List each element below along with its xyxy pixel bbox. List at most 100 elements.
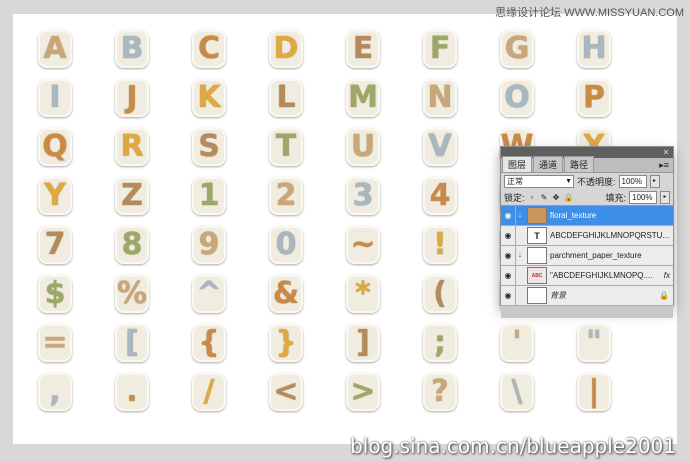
eye-icon[interactable]: ◉ [501, 226, 516, 245]
glyph-tile: 0 [269, 226, 303, 264]
glyph-tile: 9 [192, 226, 226, 264]
watermark-top: 思缘设计论坛 WWW.MISSYUAN.COM [495, 7, 684, 19]
glyph-tile: . [115, 373, 149, 411]
eye-icon[interactable]: ◉ [501, 286, 516, 305]
glyph-tile: ( [423, 275, 457, 313]
glyph-tile: Y [38, 177, 72, 215]
lock-move-icon[interactable]: ✥ [552, 193, 561, 202]
layers-panel: ✕ 图层 通道 路径 ▸≡ 正常 ▼ 不透明度: 100% ▸ 锁定: ▫ ✎ … [500, 146, 674, 318]
glyph-tile: 8 [115, 226, 149, 264]
lock-row: 锁定: ▫ ✎ ✥ 🔒 填充: 100% ▸ [501, 189, 673, 205]
lock-label: 锁定: [504, 192, 525, 203]
lock-all-icon[interactable]: 🔒 [564, 193, 574, 202]
glyph-tile: 7 [38, 226, 72, 264]
glyph-tile: J [115, 79, 149, 117]
glyph-tile: O [500, 79, 534, 117]
glyph-tile: * [346, 275, 380, 313]
layer-row-background[interactable]: ◉ 背景 🔒 [501, 286, 673, 306]
panel-footer [501, 306, 673, 318]
blend-mode-value: 正常 [507, 176, 523, 186]
glyph-tile: ; [423, 324, 457, 362]
glyph-tile: / [192, 373, 226, 411]
glyph-tile: 2 [269, 177, 303, 215]
glyph-tile: [ [115, 324, 149, 362]
layer-thumbnail [527, 247, 547, 264]
glyph-tile: 4 [423, 177, 457, 215]
glyph-tile: ! [423, 226, 457, 264]
glyph-tile: { [192, 324, 226, 362]
opacity-input[interactable]: 100% [618, 174, 647, 188]
layer-row-parchment[interactable]: ◉ ↓ parchment_paper_texture [501, 246, 673, 266]
clip-arrow-icon: ↓ [518, 252, 522, 259]
glyph-tile: % [115, 275, 149, 313]
clip-arrow-icon: ↓ [518, 212, 522, 219]
glyph-tile: ^ [192, 275, 226, 313]
tab-channels[interactable]: 通道 [533, 156, 564, 172]
glyph-tile: Z [115, 177, 149, 215]
opacity-stepper[interactable]: ▸ [649, 174, 660, 188]
glyph-tile: I [38, 79, 72, 117]
opacity-label: 不透明度: [577, 176, 616, 187]
layer-name[interactable]: 背景 [550, 290, 659, 301]
glyph-tile: > [346, 373, 380, 411]
eye-icon[interactable]: ◉ [501, 266, 516, 285]
glyph-tile: V [423, 128, 457, 166]
glyph-tile: M [346, 79, 380, 117]
blend-row: 正常 ▼ 不透明度: 100% ▸ [501, 173, 673, 189]
glyph-tile: $ [38, 275, 72, 313]
layer-name[interactable]: "ABCDEFGHIJKLMNOPQ.... [550, 271, 664, 280]
glyph-tile: 3 [346, 177, 380, 215]
panel-tabs: 图层 通道 路径 ▸≡ [501, 156, 673, 173]
panel-menu-icon[interactable]: ▸≡ [659, 160, 669, 171]
glyph-tile: A [38, 30, 72, 68]
tab-paths[interactable]: 路径 [564, 156, 595, 172]
chevron-down-icon: ▼ [565, 177, 572, 185]
layer-name[interactable]: floral_texture [550, 211, 673, 220]
fx-icon[interactable]: fx [664, 271, 670, 280]
layer-thumbnail [527, 287, 547, 304]
fill-input[interactable]: 100% [629, 190, 657, 204]
glyph-tile: D [269, 30, 303, 68]
glyph-tile: K [192, 79, 226, 117]
glyph-tile: R [115, 128, 149, 166]
glyph-tile: L [269, 79, 303, 117]
glyph-tile: ~ [346, 226, 380, 264]
glyph-tile: G [500, 30, 534, 68]
glyph-tile: N [423, 79, 457, 117]
close-icon[interactable]: ✕ [662, 148, 670, 157]
layer-row-text[interactable]: ◉ T ABCDEFGHIJKLMNOPQRSTU... [501, 226, 673, 246]
eye-icon[interactable]: ◉ [501, 246, 516, 265]
fill-stepper[interactable]: ▸ [660, 190, 670, 204]
watermark-bottom: blog.sina.com.cn/blueapple2001 [350, 434, 676, 458]
glyph-tile: F [423, 30, 457, 68]
tab-layers[interactable]: 图层 [502, 156, 533, 172]
glyph-tile: = [38, 324, 72, 362]
blend-mode-select[interactable]: 正常 ▼ [504, 174, 574, 188]
canvas: ABCDEFGHIJKLMNOPQRSTUVWXYZ1234567890~!@#… [0, 0, 690, 462]
glyph-tile: ] [346, 324, 380, 362]
layer-row-letters[interactable]: ◉ ABC "ABCDEFGHIJKLMNOPQ.... fx [501, 266, 673, 286]
glyph-tile: C [192, 30, 226, 68]
glyph-tile: E [346, 30, 380, 68]
layer-name[interactable]: parchment_paper_texture [550, 251, 673, 260]
glyph-tile: B [115, 30, 149, 68]
glyph-tile: < [269, 373, 303, 411]
text-layer-thumbnail: T [527, 227, 547, 244]
glyph-tile: U [346, 128, 380, 166]
layer-list: ◉ ↓ floral_texture ◉ T ABCDEFGHIJKLMNOPQ… [501, 205, 673, 306]
layer-name[interactable]: ABCDEFGHIJKLMNOPQRSTU... [550, 231, 673, 240]
eye-icon[interactable]: ◉ [501, 206, 516, 225]
layer-thumbnail [527, 207, 547, 224]
glyph-tile: H [577, 30, 611, 68]
glyph-tile: ' [500, 324, 534, 362]
glyph-tile: S [192, 128, 226, 166]
glyph-tile: , [38, 373, 72, 411]
glyph-tile: Q [38, 128, 72, 166]
glyph-tile: P [577, 79, 611, 117]
lock-transparency-icon[interactable]: ▫ [528, 193, 537, 202]
glyph-tile: T [269, 128, 303, 166]
lock-icon: 🔒 [659, 291, 669, 300]
glyph-tile: ? [423, 373, 457, 411]
lock-brush-icon[interactable]: ✎ [540, 193, 549, 202]
layer-row-floral-texture[interactable]: ◉ ↓ floral_texture [501, 206, 673, 226]
